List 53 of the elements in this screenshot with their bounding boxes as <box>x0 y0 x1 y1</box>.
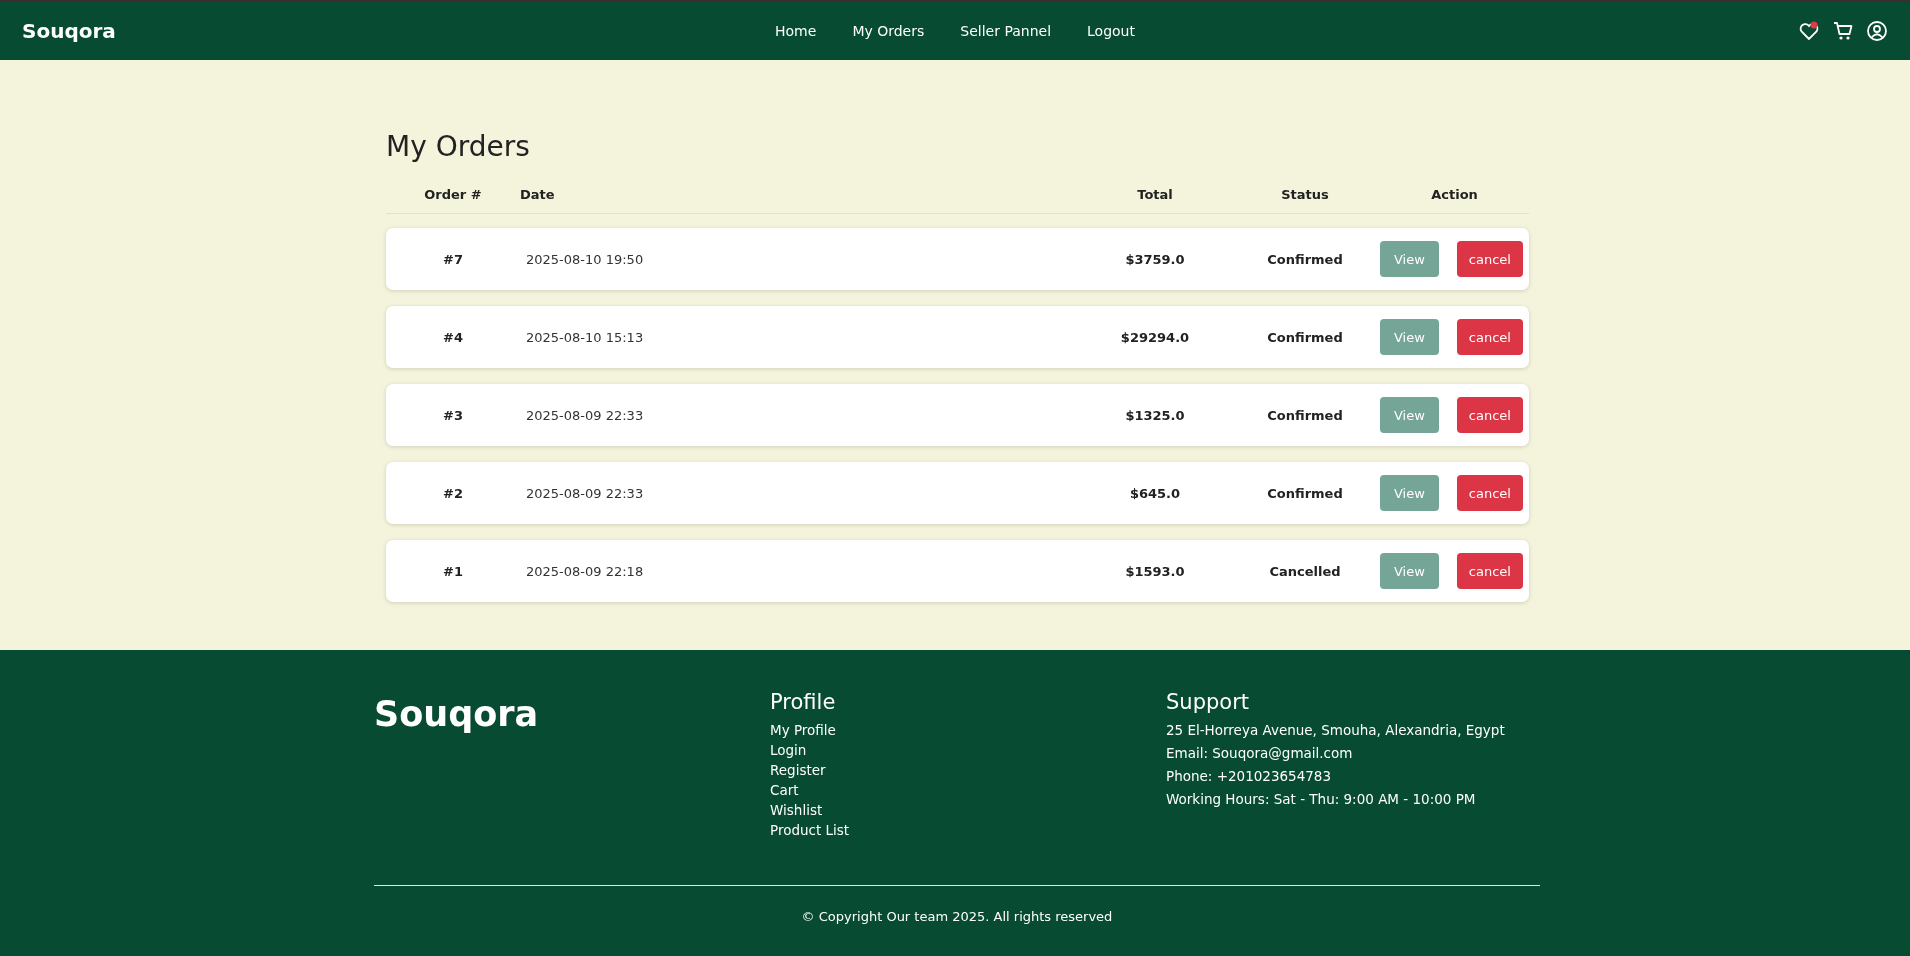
cancel-button[interactable]: cancel <box>1456 319 1523 355</box>
footer-link[interactable]: Wishlist <box>770 802 1166 818</box>
order-status: Confirmed <box>1266 407 1344 423</box>
order-total: $29294.0 <box>1119 329 1191 345</box>
cancel-button[interactable]: cancel <box>1456 475 1523 511</box>
order-date: 2025-08-09 22:33 <box>525 485 645 501</box>
order-total: $1325.0 <box>1124 407 1186 423</box>
order-total: $1593.0 <box>1124 563 1186 579</box>
order-date: 2025-08-09 22:18 <box>525 563 645 579</box>
user-icon[interactable] <box>1866 20 1888 42</box>
order-number: #7 <box>442 251 464 267</box>
footer-link[interactable]: Product List <box>770 822 1166 838</box>
footer-heading: Support <box>1166 690 1250 714</box>
support-info: Phone: +201023654783 <box>1166 768 1333 784</box>
order-total: $645.0 <box>1128 485 1182 501</box>
cancel-button[interactable]: cancel <box>1456 397 1523 433</box>
order-status: Confirmed <box>1266 485 1344 501</box>
brand-logo[interactable]: Souqora <box>22 19 116 43</box>
order-status: Confirmed <box>1266 329 1344 345</box>
column-header: Total <box>1136 186 1174 202</box>
order-total: $3759.0 <box>1124 251 1186 267</box>
support-info: Email: Souqora@gmail.com <box>1166 745 1354 761</box>
nav-link[interactable]: Seller Pannel <box>960 23 1052 39</box>
footer-brand: Souqora <box>374 693 540 734</box>
column-header: Date <box>520 186 556 202</box>
order-status: Cancelled <box>1268 563 1342 579</box>
order-date: 2025-08-10 15:13 <box>525 329 645 345</box>
column-header: Order # <box>423 186 483 202</box>
order-date: 2025-08-09 22:33 <box>525 407 645 423</box>
support-info: 25 El-Horreya Avenue, Smouha, Alexandria, Egypt <box>1166 722 1506 738</box>
footer-link[interactable]: Login <box>770 742 1166 758</box>
column-header: Status <box>1280 186 1330 202</box>
copyright-text: © Copyright Our team 2025. All rights reserved <box>801 909 1113 924</box>
order-number: #2 <box>442 485 464 501</box>
order-status: Confirmed <box>1266 251 1344 267</box>
footer-link[interactable]: Register <box>770 762 1166 778</box>
footer-link[interactable]: Cart <box>770 782 1166 798</box>
cancel-button[interactable]: cancel <box>1456 553 1523 589</box>
page-title: My Orders <box>386 130 531 163</box>
column-header: Action <box>1430 186 1479 202</box>
order-number: #1 <box>442 563 464 579</box>
cancel-button[interactable]: cancel <box>1456 241 1523 277</box>
order-date: 2025-08-10 19:50 <box>525 251 645 267</box>
footer-link[interactable]: My Profile <box>770 722 1166 738</box>
footer-heading: Profile <box>770 690 837 714</box>
cart-icon[interactable] <box>1832 20 1854 42</box>
order-number: #3 <box>442 407 464 423</box>
nav-link[interactable]: Logout <box>1087 23 1135 39</box>
nav-link[interactable]: Home <box>775 23 817 39</box>
support-info: Working Hours: Sat - Thu: 9:00 AM - 10:00 PM <box>1166 791 1477 807</box>
heart-icon[interactable] <box>1798 20 1820 42</box>
order-number: #4 <box>442 329 464 345</box>
nav-link[interactable]: My Orders <box>852 23 925 39</box>
